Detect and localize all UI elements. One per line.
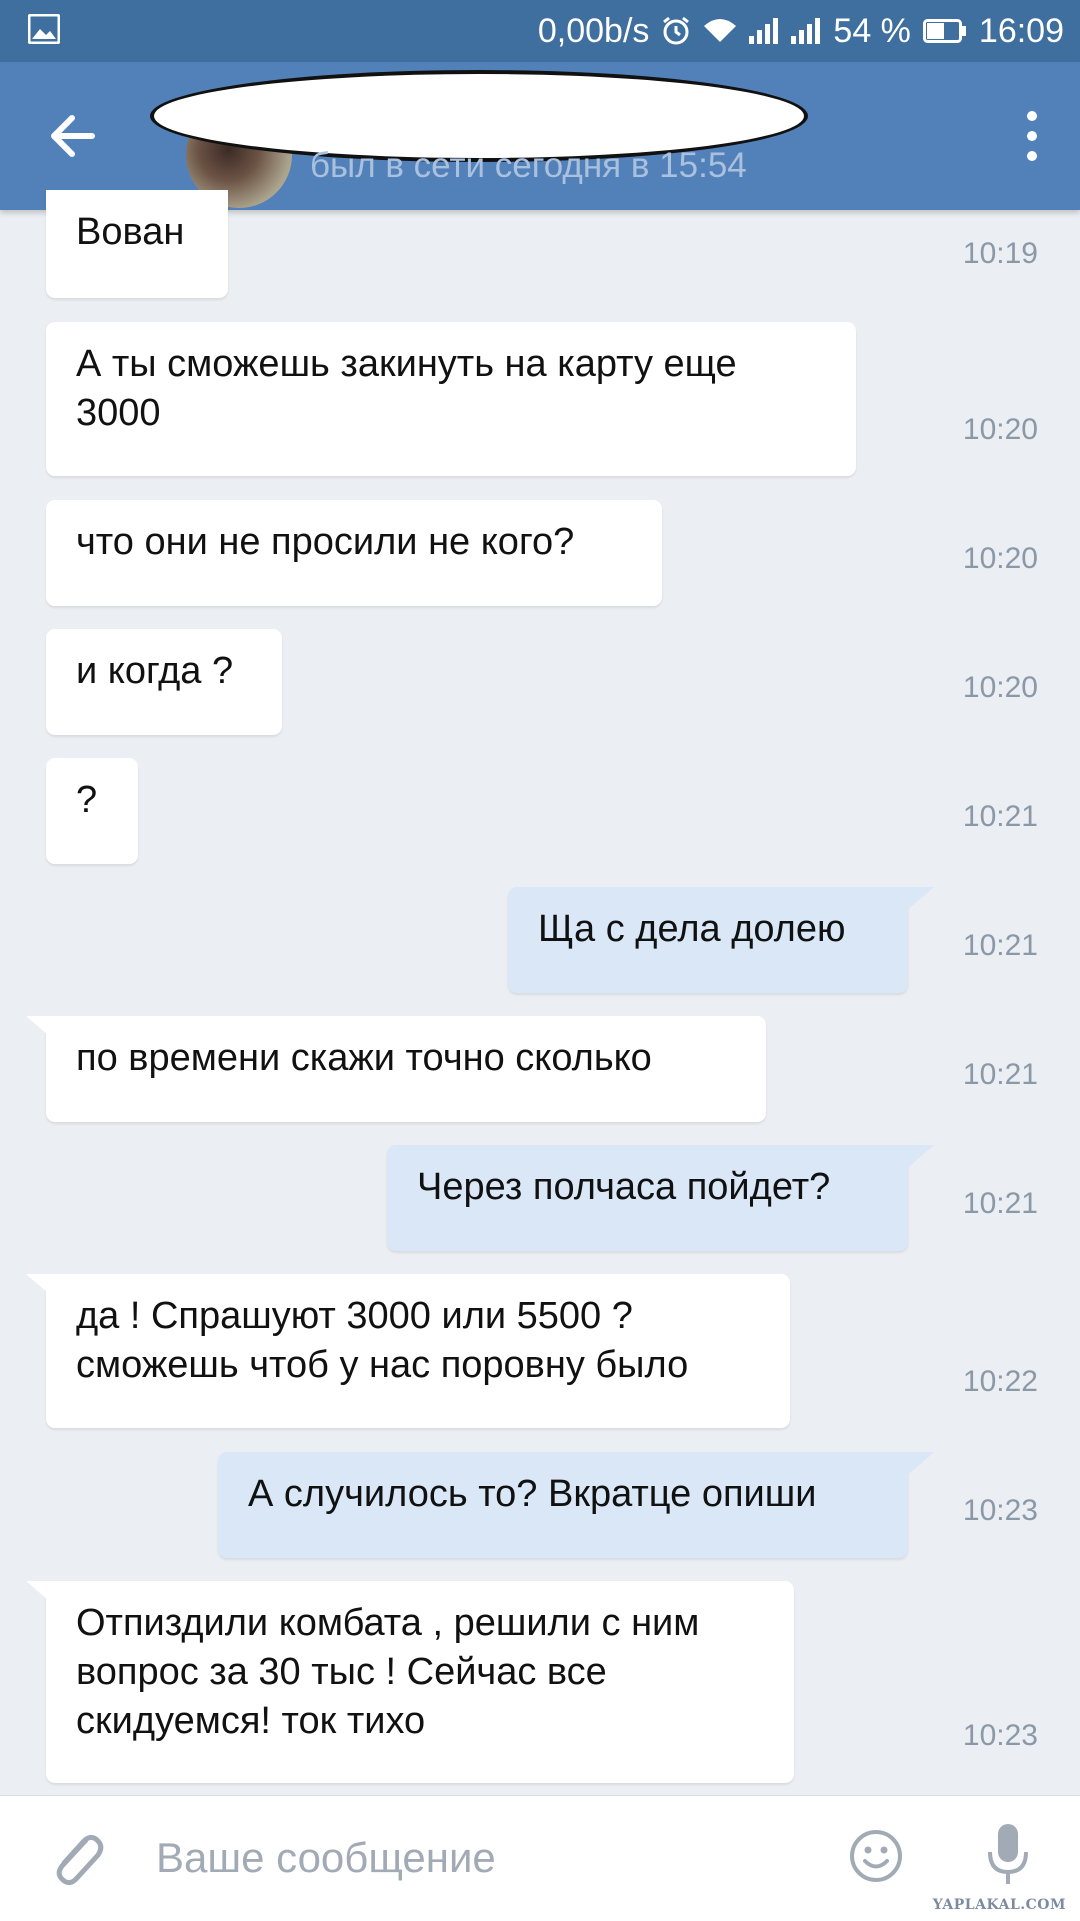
signal-icon [749,18,779,44]
message-text: А ты сможешь закинуть на карту еще 3000 [76,343,737,434]
watermark: YAPLAKAL.COM [932,1897,1066,1913]
battery-icon [922,19,967,43]
message-time: 10:21 [962,1187,1038,1220]
emoji-button[interactable] [848,1828,904,1884]
status-bar: 0,00b/s 54 % 16:09 [0,0,1080,62]
bubble-tail [904,1452,934,1478]
message-time: 10:19 [962,237,1038,270]
bubble-tail [904,1145,934,1171]
attach-icon [56,1834,104,1886]
message-bubble-incoming[interactable]: Вован [46,190,228,298]
message-time: 10:23 [962,1494,1038,1527]
message-time: 10:20 [962,542,1038,575]
message-time: 10:22 [962,1365,1038,1398]
message-time: 10:20 [962,413,1038,446]
message-text: Через полчаса пойдет? [417,1166,831,1208]
emoji-icon [850,1830,902,1882]
message-bubble-incoming[interactable]: Отпиздили комбата , решили с ним вопрос … [26,1581,794,1783]
chat-header: был в сети сегодня в 15:54 [0,62,1080,210]
message-time: 10:21 [962,800,1038,833]
clock: 16:09 [978,11,1064,50]
message-text: да ! Спрашуют 3000 или 5500 ? сможешь чт… [76,1295,689,1386]
message-text: что они не просили не кого? [76,521,575,563]
message-text: и когда ? [76,650,234,692]
message-bubble-outgoing[interactable]: Через полчаса пойдет? [387,1145,934,1251]
alarm-icon [661,16,691,46]
mic-icon [988,1824,1028,1884]
message-time: 10:23 [962,1719,1038,1752]
message-text: по времени скажи точно сколько [76,1037,652,1079]
wifi-icon [703,18,737,44]
message-text: ? [76,779,98,821]
message-time: 10:21 [962,1058,1038,1091]
bubble-tail [904,887,934,913]
message-text: Вован [76,211,185,253]
message-bubble-incoming[interactable]: по времени скажи точно сколько [26,1016,766,1122]
bubble-tail [26,1016,56,1042]
message-bubble-incoming[interactable]: А ты сможешь закинуть на карту еще 3000 [46,322,856,476]
message-bubble-outgoing[interactable]: Ща с дела долею [508,887,934,993]
message-text: Отпиздили комбата , решили с ним вопрос … [76,1602,700,1742]
message-bubble-incoming[interactable]: ? [46,758,138,864]
signal-icon [791,18,821,44]
attach-button[interactable] [46,1826,106,1892]
message-text: Ща с дела долею [538,908,846,950]
bubble-tail [26,1274,56,1300]
message-time: 10:21 [962,929,1038,962]
more-options-button[interactable] [1012,104,1052,168]
back-arrow-icon [51,115,95,157]
image-icon [27,13,61,49]
voice-record-button[interactable] [986,1822,1030,1888]
message-bubble-incoming[interactable]: что они не просили не кого? [46,500,662,606]
network-speed: 0,00b/s [537,11,650,50]
message-bubble-incoming[interactable]: и когда ? [46,629,282,735]
bubble-tail [26,1581,56,1607]
more-vert-icon [1027,111,1037,161]
message-time: 10:20 [962,671,1038,704]
message-bubble-incoming[interactable]: да ! Спрашуют 3000 или 5500 ? сможешь чт… [26,1274,790,1428]
message-bubble-outgoing[interactable]: А случилось то? Вкратце опиши [218,1452,934,1558]
composer-bar: YAPLAKAL.COM [0,1795,1080,1921]
message-input[interactable] [156,1824,816,1892]
back-button[interactable] [44,106,104,166]
battery-level: 54 % [833,11,911,50]
last-seen-status: был в сети сегодня в 15:54 [310,146,747,185]
message-text: А случилось то? Вкратце опиши [248,1473,817,1515]
